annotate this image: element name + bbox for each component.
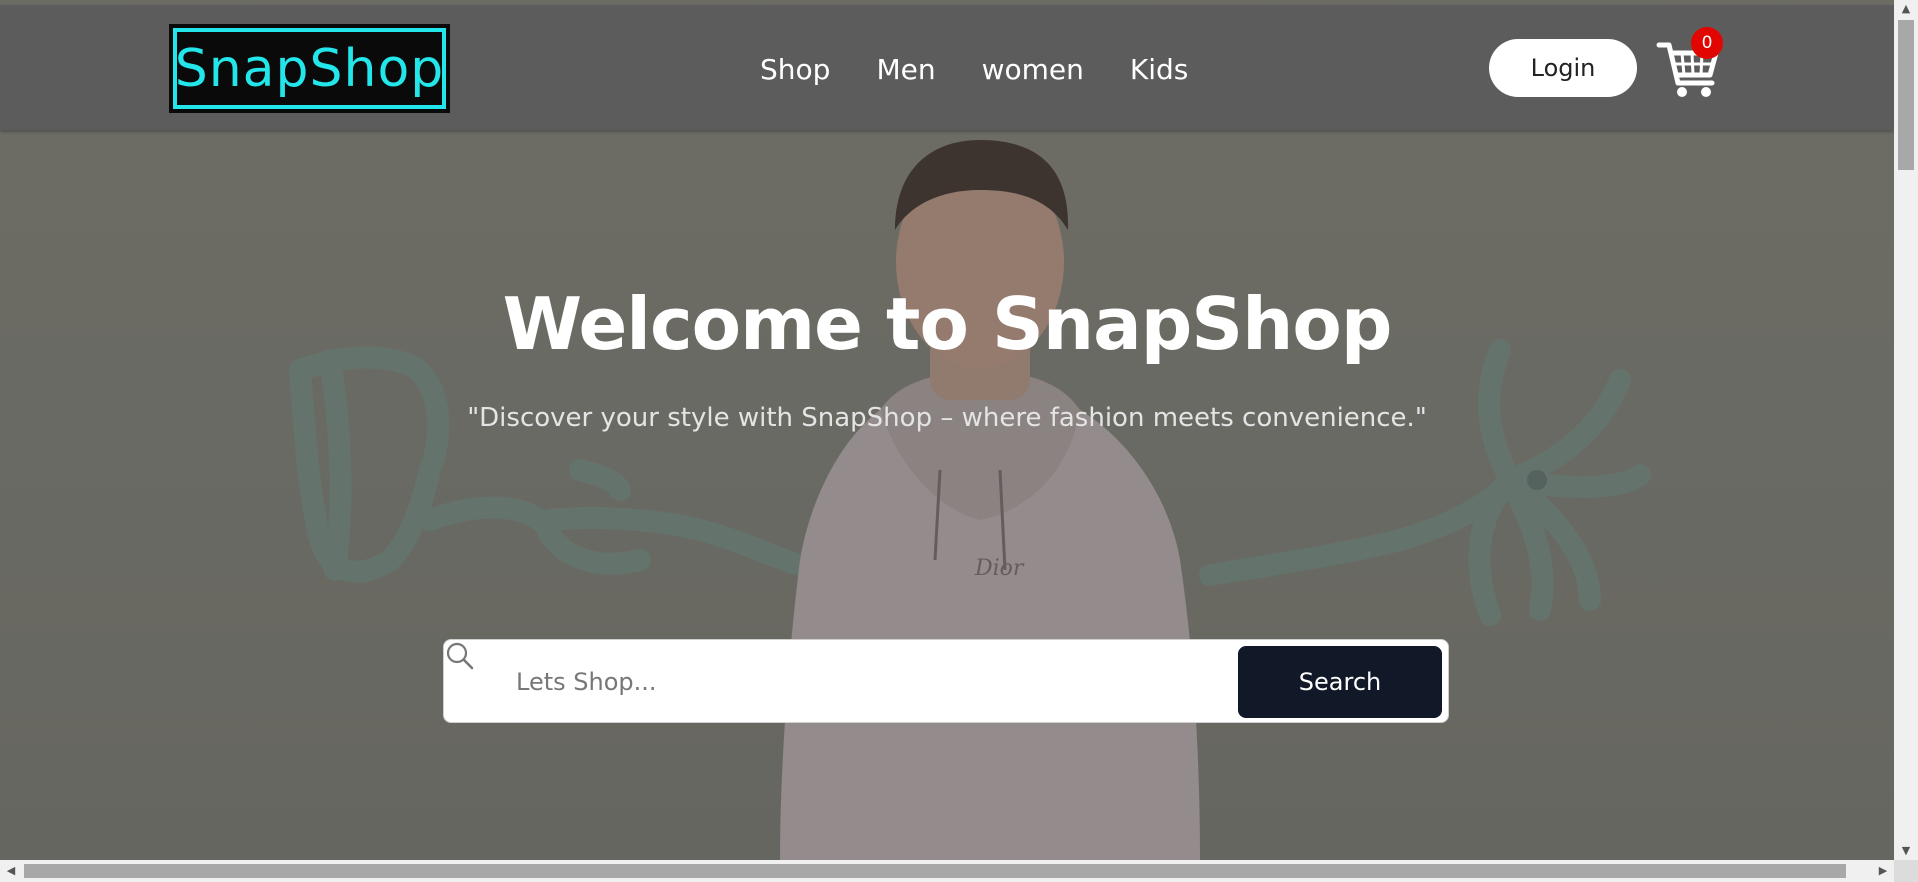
site-logo[interactable]: SnapShop [169, 24, 450, 113]
search-button[interactable]: Search [1238, 646, 1442, 718]
scroll-left-arrow-icon[interactable]: ◀ [0, 860, 22, 882]
scroll-right-arrow-icon[interactable]: ▶ [1872, 860, 1894, 882]
main-nav: Shop Men women Kids [760, 53, 1188, 86]
search-input[interactable] [514, 656, 1058, 708]
horizontal-scrollbar[interactable]: ◀ ▶ [0, 860, 1894, 882]
scroll-up-arrow-icon[interactable]: ▲ [1894, 0, 1918, 18]
nav-link-kids[interactable]: Kids [1130, 53, 1189, 86]
cart-count-badge: 0 [1691, 27, 1723, 59]
nav-link-shop[interactable]: Shop [760, 53, 830, 86]
horizontal-scroll-thumb[interactable] [24, 864, 1846, 878]
scroll-down-arrow-icon[interactable]: ▼ [1894, 842, 1918, 860]
hero-subtitle: "Discover your style with SnapShop – whe… [467, 403, 1427, 433]
nav-link-women[interactable]: women [982, 53, 1084, 86]
search-bar: Search [443, 639, 1449, 723]
scrollbar-corner [1894, 860, 1918, 882]
hero-title: Welcome to SnapShop [502, 282, 1393, 366]
logo-text: SnapShop [173, 28, 446, 109]
site-header: SnapShop Shop Men women Kids Login [0, 5, 1894, 130]
nav-link-men[interactable]: Men [876, 53, 935, 86]
search-icon [446, 642, 474, 670]
login-button[interactable]: Login [1489, 39, 1637, 97]
vertical-scrollbar[interactable]: ▲ ▼ [1894, 0, 1918, 860]
vertical-scroll-thumb[interactable] [1898, 20, 1914, 170]
